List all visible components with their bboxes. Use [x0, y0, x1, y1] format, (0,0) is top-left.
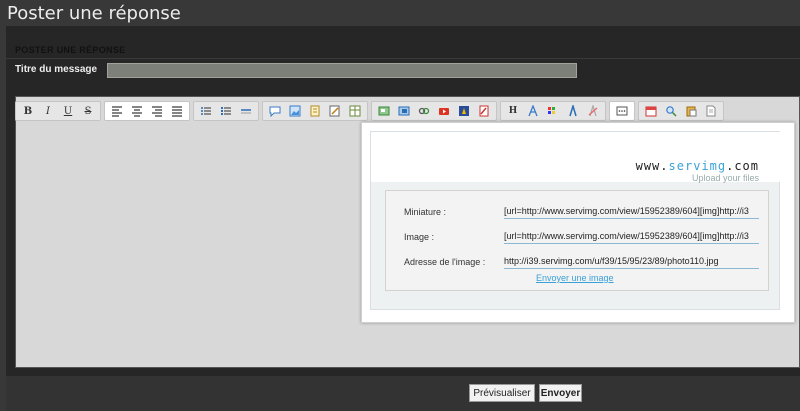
- form-footer: [6, 376, 800, 411]
- justify-icon[interactable]: [167, 102, 187, 120]
- servimg-upload-popup: www.servimg.com Upload your files Miniat…: [361, 122, 795, 323]
- italic-icon[interactable]: I: [38, 102, 58, 120]
- align-left-icon[interactable]: [107, 102, 127, 120]
- image-field[interactable]: [url=http://www.servimg.com/view/1595238…: [504, 229, 759, 244]
- link-icon[interactable]: [414, 102, 434, 120]
- color-icon[interactable]: [543, 102, 563, 120]
- numbered-list-icon[interactable]: [216, 102, 236, 120]
- strikethrough-icon[interactable]: S: [78, 102, 98, 120]
- image-label: Image :: [404, 232, 435, 242]
- font-size-icon[interactable]: [563, 102, 583, 120]
- search-icon[interactable]: [661, 102, 681, 120]
- miniature-label: Miniature :: [404, 207, 447, 217]
- send-image-link[interactable]: Envoyer une image: [536, 273, 614, 283]
- underline-icon[interactable]: U: [58, 102, 78, 120]
- toolbar-group-media: [371, 101, 497, 121]
- miniature-field[interactable]: [url=http://www.servimg.com/view/1595238…: [504, 204, 759, 219]
- bullet-list-icon[interactable]: [196, 102, 216, 120]
- upload-image-icon[interactable]: [374, 102, 394, 120]
- logo-brand: servimg: [668, 159, 727, 173]
- section-title: POSTER UNE RÉPONSE: [15, 45, 126, 55]
- address-field[interactable]: http://i39.servimg.com/u/f39/15/95/23/89…: [504, 254, 759, 269]
- logo-prefix: www.: [635, 159, 669, 173]
- quote-icon[interactable]: [325, 102, 345, 120]
- horizontal-rule-icon[interactable]: [236, 102, 256, 120]
- align-right-icon[interactable]: [147, 102, 167, 120]
- pdf-icon[interactable]: [474, 102, 494, 120]
- title-input[interactable]: [107, 63, 577, 78]
- header-icon[interactable]: H: [503, 102, 523, 120]
- servimg-header: www.servimg.com Upload your files: [371, 132, 781, 183]
- servimg-result-box: Miniature : [url=http://www.servimg.com/…: [385, 190, 769, 291]
- align-center-icon[interactable]: [127, 102, 147, 120]
- servimg-tagline: Upload your files: [691, 173, 759, 183]
- bold-icon[interactable]: B: [18, 102, 38, 120]
- title-label: Titre du message: [15, 64, 98, 75]
- address-label: Adresse de l'image :: [404, 257, 486, 267]
- servimg-panel: www.servimg.com Upload your files Miniat…: [370, 131, 781, 310]
- page-title: Poster une réponse: [7, 3, 181, 24]
- logo-suffix: .com: [726, 159, 759, 173]
- divider: [6, 58, 800, 59]
- code-icon[interactable]: [305, 102, 325, 120]
- spoiler-icon[interactable]: [454, 102, 474, 120]
- date-icon[interactable]: [641, 102, 661, 120]
- toolbar-group-lists: [193, 101, 259, 121]
- editor-toolbar: B I U S H: [15, 100, 727, 122]
- toolbar-group-more: [609, 101, 635, 121]
- toolbar-group-insert: [262, 101, 368, 121]
- flash-icon[interactable]: [394, 102, 414, 120]
- youtube-icon[interactable]: [434, 102, 454, 120]
- toolbar-group-font: H: [500, 101, 606, 121]
- document-icon[interactable]: [701, 102, 721, 120]
- toolbar-group-tools: [638, 101, 724, 121]
- font-icon[interactable]: [523, 102, 543, 120]
- paste-icon[interactable]: [681, 102, 701, 120]
- image-icon[interactable]: [285, 102, 305, 120]
- smiley-icon[interactable]: [265, 102, 285, 120]
- more-icon[interactable]: [612, 102, 632, 120]
- toolbar-group-align: [104, 101, 190, 121]
- clear-format-icon[interactable]: [583, 102, 603, 120]
- preview-button[interactable]: Prévisualiser: [469, 384, 535, 402]
- send-button[interactable]: Envoyer: [539, 384, 582, 402]
- table-icon[interactable]: [345, 102, 365, 120]
- toolbar-group-format: B I U S: [15, 101, 101, 121]
- servimg-logo: www.servimg.com: [636, 159, 759, 173]
